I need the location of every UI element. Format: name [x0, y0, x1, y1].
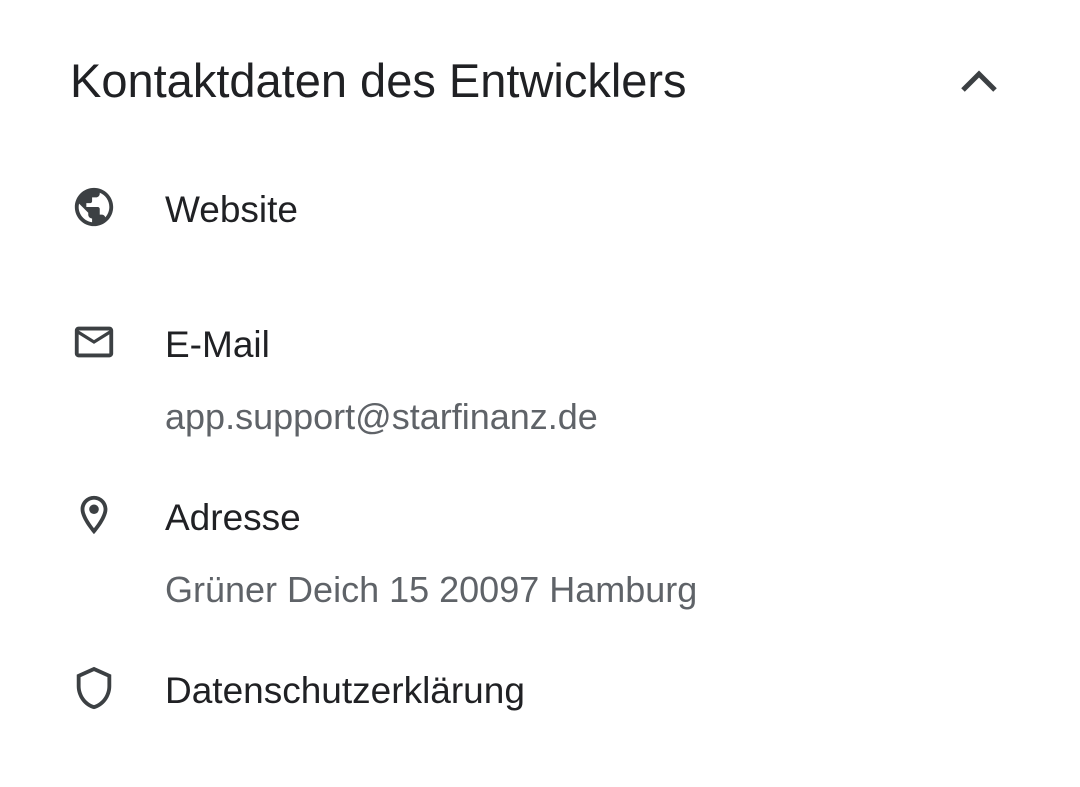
- contact-item-address[interactable]: Adresse Grüner Deich 15 20097 Hamburg: [0, 478, 1080, 628]
- mail-icon: [70, 318, 118, 366]
- contact-item-label: E-Mail: [165, 324, 270, 365]
- section-title: Kontaktdaten des Entwicklers: [70, 54, 687, 107]
- developer-contact-header[interactable]: Kontaktdaten des Entwicklers: [0, 0, 1080, 160]
- contact-item-label: Adresse: [165, 497, 301, 538]
- contact-item-label: Datenschutzerklärung: [165, 670, 525, 711]
- collapse-button[interactable]: [950, 55, 1008, 107]
- globe-icon: [70, 183, 118, 231]
- postal-address: Grüner Deich 15 20097 Hamburg: [165, 569, 698, 610]
- contact-item-email[interactable]: E-Mail app.support@starfinanz.de: [0, 305, 1080, 455]
- contact-item-privacy-policy[interactable]: Datenschutzerklärung: [0, 650, 1080, 740]
- contact-item-label: Website: [165, 189, 298, 230]
- chevron-up-icon: [959, 68, 999, 94]
- contact-item-website[interactable]: Website: [0, 170, 1080, 260]
- location-pin-icon: [70, 491, 118, 539]
- email-address: app.support@starfinanz.de: [165, 396, 598, 437]
- shield-icon: [70, 664, 118, 712]
